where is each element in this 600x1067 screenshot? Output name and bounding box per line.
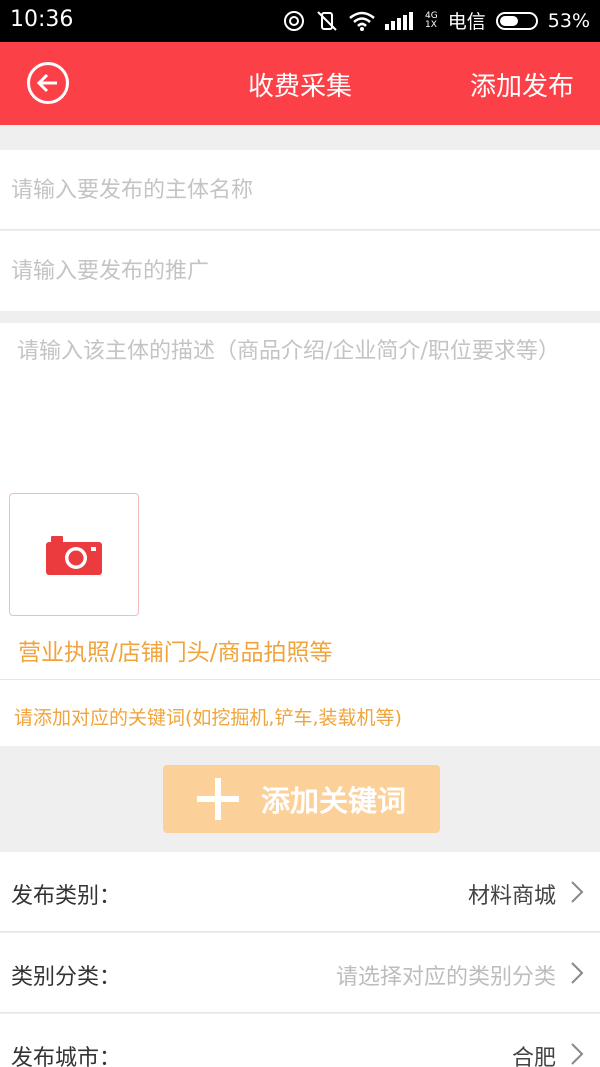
network-type: 4G 1X [425, 10, 438, 30]
hotspot-icon [283, 9, 305, 33]
plus-icon [196, 778, 239, 820]
carrier-name: 电信 [447, 11, 486, 33]
battery-fill [499, 15, 518, 26]
row-label: 发布类别： [11, 884, 122, 909]
status-time: 10:36 [10, 7, 74, 32]
add-publish-button[interactable]: 添加发布 [470, 66, 574, 103]
battery-percent: 53% [547, 9, 590, 32]
photo-hint: 营业执照/店铺门头/商品拍照等 [18, 640, 333, 666]
vibrate-mute-icon [315, 9, 339, 33]
chevron-right-icon [571, 962, 584, 984]
add-keyword-label: 添加关键词 [260, 784, 406, 818]
row-value: 材料商城 [467, 884, 556, 909]
status-bar: 10:36 4G 1X 电信 53% [0, 0, 600, 42]
wifi-icon [349, 9, 375, 33]
divider [0, 679, 600, 680]
photo-upload-button[interactable] [9, 493, 139, 616]
publish-city-row[interactable]: 发布城市： 合肥 [0, 1014, 600, 1067]
status-icons: 4G 1X 电信 53% [283, 7, 590, 34]
category-subclass-row[interactable]: 类别分类： 请选择对应的类别分类 [0, 933, 600, 1013]
nav-bar: 收费采集 添加发布 [0, 42, 600, 125]
add-keyword-button[interactable]: 添加关键词 [163, 765, 440, 833]
chevron-right-icon [571, 881, 584, 903]
promo-field-row [0, 231, 600, 311]
row-value-placeholder: 请选择对应的类别分类 [335, 965, 556, 990]
keyword-hint: 请添加对应的关键词(如挖掘机,铲车,装载机等) [14, 707, 402, 729]
row-label: 类别分类： [11, 965, 122, 990]
chevron-right-icon [571, 1043, 584, 1065]
name-input[interactable] [0, 150, 600, 230]
promo-input[interactable] [0, 231, 600, 311]
description-section: 营业执照/店铺门头/商品拍照等 请添加对应的关键词(如挖掘机,铲车,装载机等) [0, 323, 600, 746]
back-arrow-circle-icon [36, 73, 57, 93]
signal-icon [385, 9, 415, 33]
row-label: 发布城市： [11, 1046, 122, 1067]
name-field-row [0, 150, 600, 230]
row-value: 合肥 [511, 1046, 556, 1067]
publish-category-row[interactable]: 发布类别： 材料商城 [0, 852, 600, 932]
camera-icon [46, 535, 102, 575]
description-textarea[interactable] [17, 337, 577, 487]
battery-icon [495, 11, 538, 30]
back-button[interactable] [27, 62, 69, 104]
